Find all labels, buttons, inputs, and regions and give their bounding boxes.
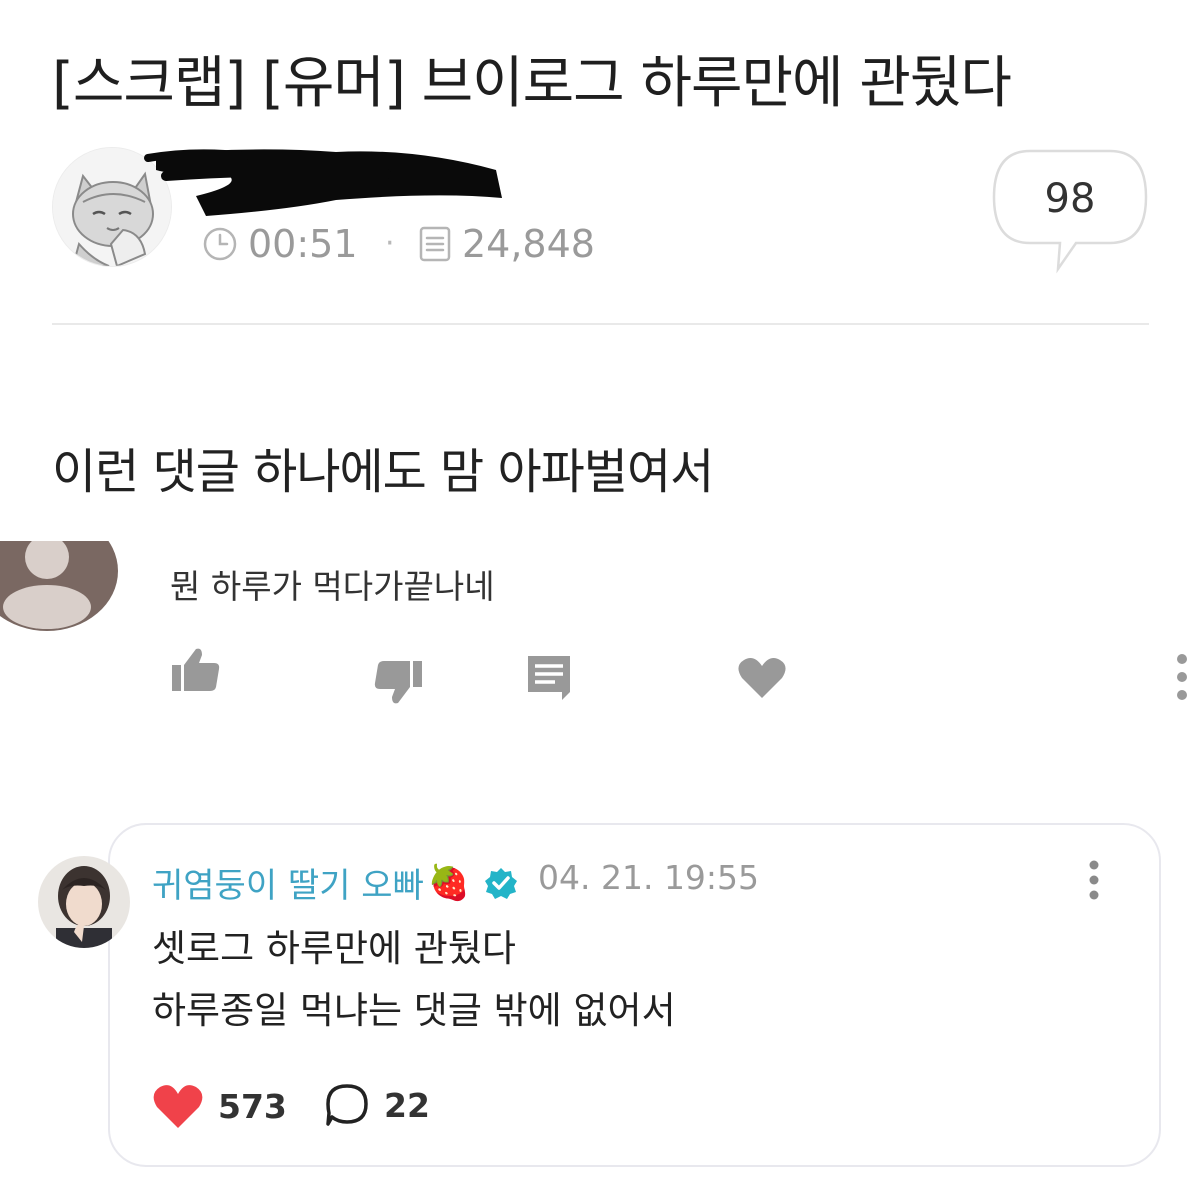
meta-separator: · (385, 226, 395, 261)
post-time-value: 00:51 (248, 222, 358, 266)
post-title: [스크랩] [유머] 브이로그 하루만에 관뒀다 (52, 51, 1012, 116)
reply-date: 04. 21. 19:55 (538, 858, 760, 897)
thumbs-up-icon[interactable] (170, 645, 222, 697)
reply-likes[interactable]: 573 (152, 1082, 287, 1130)
more-icon[interactable] (1168, 653, 1196, 701)
divider (52, 323, 1149, 325)
reply-count: 22 (384, 1085, 430, 1125)
reply-author-avatar[interactable] (38, 856, 130, 948)
comment-count[interactable]: 98 (990, 176, 1150, 222)
post-time: 00:51 (202, 222, 358, 266)
reply-author[interactable]: 귀염둥이 딸기 오빠 🍓 (152, 858, 518, 907)
post-views: 24,848 (418, 222, 595, 266)
reply-icon[interactable] (524, 652, 576, 704)
speech-bubble-icon[interactable] (324, 1082, 370, 1128)
clock-icon (203, 227, 237, 261)
post-views-value: 24,848 (462, 222, 595, 266)
strawberry-emoji: 🍓 (427, 862, 471, 903)
reply-more-icon[interactable] (1083, 860, 1105, 900)
reply-text-line-2: 하루종일 먹냐는 댓글 밖에 없어서 (152, 989, 676, 1032)
verified-badge-icon (485, 867, 518, 899)
document-icon (419, 226, 451, 262)
reply-author-name[interactable]: 귀염둥이 딸기 오빠 (152, 858, 424, 907)
reply-text-line-1: 셋로그 하루만에 관뒀다 (152, 927, 516, 970)
reply-comments[interactable]: 22 (324, 1082, 430, 1128)
redacted-username (144, 149, 502, 216)
profile-photo-icon (38, 856, 130, 948)
post-body: 이런 댓글 하나에도 맘 아파벌여서 (52, 444, 714, 500)
thumbs-down-icon[interactable] (372, 655, 424, 707)
quoted-comment-text: 뭔 하루가 먹다가끝나네 (170, 567, 495, 606)
like-count: 573 (218, 1086, 287, 1126)
heart-icon[interactable] (736, 652, 788, 704)
heart-filled-icon[interactable] (152, 1082, 204, 1130)
commenter-avatar (0, 541, 118, 631)
